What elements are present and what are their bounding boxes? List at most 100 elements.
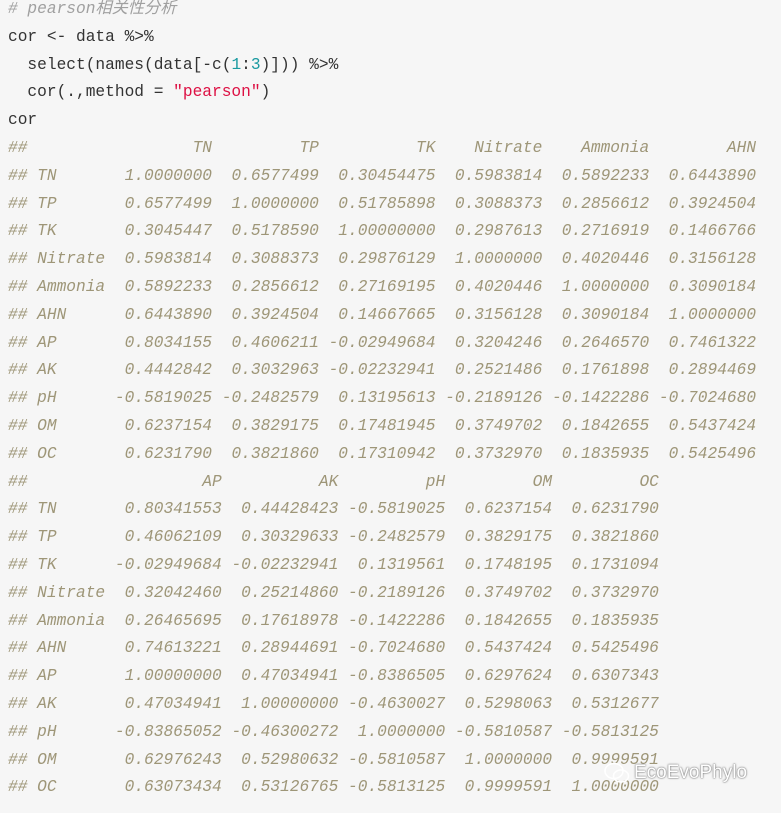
correlation-value: 0.5892233: [542, 166, 650, 185]
correlation-value: -0.02949684: [318, 333, 436, 352]
output-row: ## TP 0.6577499 1.0000000 0.51785898 0.3…: [8, 191, 756, 219]
correlation-value: 0.3090184: [542, 305, 650, 324]
correlation-value: 0.5437424: [445, 639, 553, 658]
correlation-value: 0.3045447: [105, 222, 213, 241]
correlation-value: 0.1842655: [542, 416, 650, 435]
correlation-value: 0.3090184: [649, 277, 757, 296]
output-row: ## Ammonia 0.26465695 0.17618978 -0.1422…: [8, 608, 756, 636]
output-row: ## Ammonia 0.5892233 0.2856612 0.2716919…: [8, 274, 756, 302]
code-token: cor <- data %>%: [8, 27, 154, 46]
correlation-value: 0.1466766: [649, 222, 757, 241]
correlation-value: 1.0000000: [338, 722, 446, 741]
correlation-value: 0.3032963: [212, 361, 319, 380]
correlation-value: -0.7024680: [338, 639, 446, 658]
correlation-value: 0.1835935: [542, 444, 650, 463]
row-name: ## AK: [8, 361, 106, 380]
correlation-value: 0.2856612: [212, 277, 319, 296]
row-name: ## TK: [8, 555, 106, 574]
row-name: ## OC: [8, 778, 106, 797]
correlation-value: 1.00000000: [221, 694, 339, 713]
output-row: ## AK 0.47034941 1.00000000 -0.4630027 0…: [8, 691, 756, 719]
correlation-value: 0.2987613: [435, 222, 543, 241]
correlation-value: -0.7024680: [649, 389, 757, 408]
row-name: ## AHN: [8, 639, 106, 658]
column-header: AHN: [649, 138, 757, 157]
number-literal: 1: [231, 55, 242, 74]
correlation-value: 0.5437424: [649, 416, 757, 435]
column-header: pH: [338, 472, 446, 491]
output-row: ## TN 0.80341553 0.44428423 -0.5819025 0…: [8, 496, 756, 524]
watermark: EcoEvoPhylo: [604, 762, 747, 784]
column-header: TK: [318, 138, 436, 157]
correlation-value: 0.52980632: [221, 750, 339, 769]
code-token: )])) %>%: [260, 55, 339, 74]
code-block: # pearson相关性分析 cor <- data %>% select(nam…: [8, 0, 756, 802]
correlation-value: 1.00000000: [105, 667, 222, 686]
correlation-value: 0.6577499: [105, 194, 213, 213]
correlation-value: 0.30329633: [221, 528, 339, 547]
correlation-value: 0.3156128: [649, 250, 757, 269]
correlation-value: -0.02232941: [318, 361, 436, 380]
correlation-value: 0.47034941: [105, 694, 222, 713]
correlation-value: 0.5425496: [552, 639, 659, 658]
correlation-value: 1.0000000: [435, 250, 543, 269]
correlation-value: 0.3821860: [552, 528, 659, 547]
correlation-value: 0.46062109: [105, 528, 222, 547]
correlation-value: 0.5425496: [649, 444, 757, 463]
output-row: ## TK -0.02949684 -0.02232941 0.1319561 …: [8, 552, 756, 580]
number-literal: 3: [250, 55, 261, 74]
correlation-value: -0.02949684: [105, 555, 222, 574]
correlation-value: -0.83865052: [105, 722, 222, 741]
output-row: ## TN 1.0000000 0.6577499 0.30454475 0.5…: [8, 163, 756, 191]
correlation-value: 0.30454475: [318, 166, 436, 185]
output-row: ## pH -0.5819025 -0.2482579 0.13195613 -…: [8, 385, 756, 413]
correlation-value: 0.1748195: [445, 555, 553, 574]
row-name: ## TN: [8, 166, 106, 185]
correlation-value: 0.5983814: [105, 250, 213, 269]
correlation-value: 0.17618978: [221, 611, 339, 630]
output-header-line: ## TN TP TK Nitrate Ammonia AHN: [8, 135, 756, 163]
correlation-value: -0.4630027: [338, 694, 446, 713]
correlation-value: 0.2521486: [435, 361, 543, 380]
correlation-value: 0.5312677: [552, 694, 659, 713]
wechat-icon: [604, 762, 630, 783]
correlation-value: 0.53126765: [221, 778, 339, 797]
correlation-value: 0.13195613: [318, 389, 436, 408]
correlation-value: 0.3924504: [212, 305, 319, 324]
correlation-value: 0.1761898: [542, 361, 650, 380]
output-row: ## AK 0.4442842 0.3032963 -0.02232941 0.…: [8, 357, 756, 385]
correlation-value: 0.3088373: [212, 250, 319, 269]
correlation-value: -0.02232941: [221, 555, 339, 574]
row-name: ## OM: [8, 750, 106, 769]
correlation-value: 0.8034155: [105, 333, 213, 352]
correlation-value: 0.3204246: [435, 333, 543, 352]
correlation-value: 1.0000000: [212, 194, 319, 213]
correlation-value: 0.3821860: [212, 444, 319, 463]
correlation-value: 0.3088373: [435, 194, 543, 213]
column-header: Ammonia: [542, 138, 650, 157]
row-name: ## AHN: [8, 305, 106, 324]
correlation-value: 0.5983814: [435, 166, 543, 185]
code-line: cor: [8, 107, 756, 135]
correlation-value: 0.1731094: [552, 555, 659, 574]
correlation-value: 0.3156128: [435, 305, 543, 324]
correlation-value: 0.2856612: [542, 194, 650, 213]
code-line: select(names(data[-c(1:3)])) %>%: [8, 52, 756, 80]
correlation-value: 1.0000000: [649, 305, 757, 324]
code-token: :: [241, 55, 251, 74]
output-row: ## AP 1.00000000 0.47034941 -0.8386505 0…: [8, 663, 756, 691]
row-name: ## AP: [8, 667, 106, 686]
column-header: TP: [212, 138, 319, 157]
correlation-value: 0.29876129: [318, 250, 436, 269]
output-row: ## AHN 0.74613221 0.28944691 -0.7024680 …: [8, 635, 756, 663]
correlation-value: 0.47034941: [221, 667, 339, 686]
correlation-value: 0.3749702: [435, 416, 543, 435]
correlation-value: 0.6237154: [105, 416, 213, 435]
correlation-value: 0.51785898: [318, 194, 436, 213]
output-header-line: ## AP AK pH OM OC: [8, 469, 756, 497]
correlation-value: 0.6443890: [649, 166, 757, 185]
code-comment: # pearson相关性分析: [8, 0, 177, 18]
correlation-value: 0.6237154: [445, 500, 553, 519]
correlation-value: 0.27169195: [318, 277, 436, 296]
correlation-value: 0.17481945: [318, 416, 436, 435]
